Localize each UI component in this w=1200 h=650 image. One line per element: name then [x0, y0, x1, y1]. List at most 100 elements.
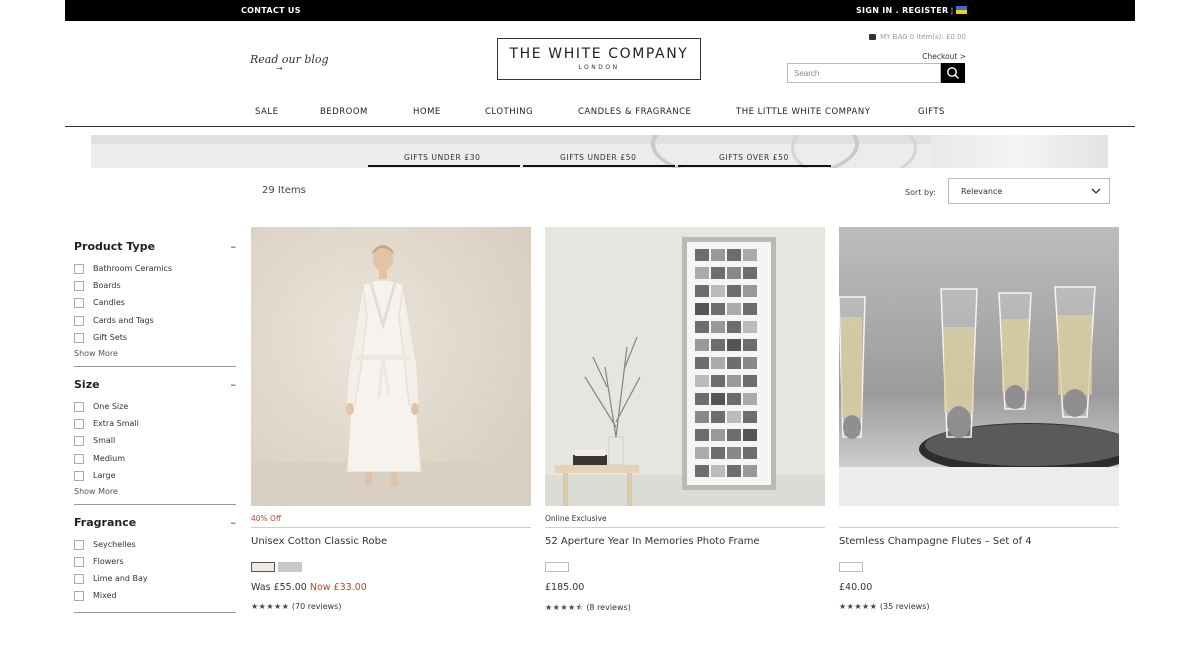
brand-logo[interactable]: THE WHITE COMPANY LONDON	[497, 38, 701, 80]
gifts-over-50-link[interactable]: GIFTS OVER £50	[719, 153, 789, 162]
product-card[interactable]: 40% Off Unisex Cotton Classic Robe Was £…	[251, 227, 531, 611]
filter-divider	[74, 611, 236, 613]
show-more-link[interactable]: Show More	[74, 487, 236, 496]
stars-icon: ★★★★⯪	[545, 603, 584, 612]
main-nav: SALE BEDROOM HOME CLOTHING CANDLES & FRA…	[0, 107, 1200, 119]
checkout-link[interactable]: Checkout >	[922, 52, 966, 61]
filter-group-size: Size – One Size Extra Small Small Medium…	[74, 378, 236, 505]
collapse-icon[interactable]: –	[231, 516, 237, 529]
filter-title[interactable]: Fragrance	[74, 516, 236, 530]
product-name[interactable]: Stemless Champagne Flutes – Set of 4	[839, 536, 1119, 547]
bag-summary: MY BAG 0 item(s): £0.00	[880, 33, 966, 41]
card-divider	[545, 527, 825, 528]
price: Was £55.00 Now £33.00	[251, 582, 531, 593]
arrow-icon: →	[276, 64, 283, 73]
gifts-over-50-underline	[678, 165, 831, 167]
swatch[interactable]	[278, 562, 302, 572]
option-label: Bathroom Ceramics	[93, 264, 173, 273]
product-card[interactable]: Stemless Champagne Flutes – Set of 4 £40…	[839, 227, 1119, 611]
filter-option[interactable]: Flowers	[74, 554, 236, 571]
champagne-flutes-photo	[839, 227, 1119, 506]
banner-linen-decoration	[931, 135, 1108, 168]
checkbox[interactable]	[74, 591, 84, 602]
option-label: Gift Sets	[93, 332, 128, 342]
filter-option[interactable]: Cards and Tags	[74, 313, 236, 330]
filter-option[interactable]: Bathroom Ceramics	[74, 261, 236, 278]
filter-option[interactable]: Medium	[74, 451, 236, 468]
product-card[interactable]: Online Exclusive 52 Aperture Year In Mem…	[545, 227, 825, 616]
swatch[interactable]	[251, 562, 275, 572]
sort-select[interactable]: Relevance	[948, 178, 1110, 204]
filter-title[interactable]: Product Type	[74, 240, 236, 254]
filter-option[interactable]: Gift Sets	[74, 330, 236, 347]
swatch[interactable]	[839, 562, 863, 572]
show-more-link[interactable]: Show More	[74, 349, 236, 358]
sort-label: Sort by:	[905, 188, 936, 197]
review-count: (35 reviews)	[879, 602, 930, 611]
checkbox[interactable]	[74, 298, 84, 309]
filter-option[interactable]: Small	[74, 433, 236, 450]
filter-option[interactable]: Large	[74, 468, 236, 485]
filter-option[interactable]: Extra Small	[74, 416, 236, 433]
search-input[interactable]: Search	[787, 63, 941, 83]
search-icon	[947, 67, 959, 79]
contact-us-link[interactable]: CONTACT US	[241, 6, 301, 15]
nav-home[interactable]: HOME	[413, 107, 441, 117]
product-image[interactable]	[545, 227, 825, 506]
nav-little-white-company[interactable]: THE LITTLE WHITE COMPANY	[736, 107, 870, 117]
product-image[interactable]	[251, 227, 531, 506]
filter-option[interactable]: Mixed	[74, 588, 236, 605]
logo-main-text: THE WHITE COMPANY	[509, 46, 689, 62]
swatch[interactable]	[545, 562, 569, 572]
checkbox[interactable]	[74, 436, 84, 447]
filter-option[interactable]: Seychelles	[74, 537, 236, 554]
checkbox[interactable]	[74, 539, 84, 550]
option-label: Large	[93, 470, 116, 480]
now-price: £185.00	[545, 582, 585, 593]
filter-option[interactable]: One Size	[74, 399, 236, 416]
card-divider	[251, 527, 531, 528]
gifts-under-30-link[interactable]: GIFTS UNDER £30	[404, 153, 480, 162]
checkbox[interactable]	[74, 453, 84, 464]
rating[interactable]: ★★★★★ (35 reviews)	[839, 602, 1119, 611]
color-swatches	[251, 557, 531, 572]
collapse-icon[interactable]: –	[231, 378, 237, 391]
rating[interactable]: ★★★★⯪ (8 reviews)	[545, 602, 825, 616]
was-price: Was £55.00	[251, 582, 310, 593]
now-price: Now £33.00	[309, 582, 367, 593]
option-label: Candles	[93, 298, 125, 308]
now-price: £40.00	[839, 582, 873, 593]
search-button[interactable]	[941, 63, 965, 83]
read-our-blog-link[interactable]: Read our blog	[250, 53, 329, 66]
nav-gifts[interactable]: GIFTS	[918, 107, 945, 117]
gift-banner: GIFTS UNDER £30 GIFTS UNDER £50 GIFTS OV…	[91, 135, 1108, 168]
checkbox[interactable]	[74, 332, 84, 343]
nav-clothing[interactable]: CLOTHING	[485, 107, 533, 117]
checkbox[interactable]	[74, 281, 84, 292]
product-name[interactable]: 52 Aperture Year In Memories Photo Frame	[545, 536, 825, 547]
rating[interactable]: ★★★★★ (70 reviews)	[251, 602, 531, 611]
my-bag-link[interactable]: MY BAG 0 item(s): £0.00	[869, 33, 966, 41]
filter-option[interactable]: Lime and Bay	[74, 571, 236, 588]
gifts-under-50-link[interactable]: GIFTS UNDER £50	[560, 153, 636, 162]
checkbox[interactable]	[74, 419, 84, 430]
nav-bedroom[interactable]: BEDROOM	[320, 107, 368, 117]
nav-candles-fragrance[interactable]: CANDLES & FRAGRANCE	[578, 107, 691, 117]
banner-glass-decoration	[791, 135, 917, 168]
signin-register-link[interactable]: SIGN IN . REGISTER ¦	[856, 6, 954, 15]
product-image[interactable]	[839, 227, 1119, 506]
product-name[interactable]: Unisex Cotton Classic Robe	[251, 536, 531, 547]
collapse-icon[interactable]: –	[231, 240, 237, 253]
checkbox[interactable]	[74, 557, 84, 568]
filter-option[interactable]: Candles	[74, 295, 236, 312]
checkbox[interactable]	[74, 401, 84, 412]
nav-sale[interactable]: SALE	[255, 107, 278, 117]
filter-title[interactable]: Size	[74, 378, 236, 392]
checkbox[interactable]	[74, 574, 84, 585]
checkbox[interactable]	[74, 470, 84, 481]
checkbox[interactable]	[74, 264, 84, 274]
filter-option[interactable]: Boards	[74, 278, 236, 295]
checkbox[interactable]	[74, 315, 84, 326]
option-label: Medium	[93, 453, 125, 463]
item-count: 29 Items	[262, 185, 306, 196]
